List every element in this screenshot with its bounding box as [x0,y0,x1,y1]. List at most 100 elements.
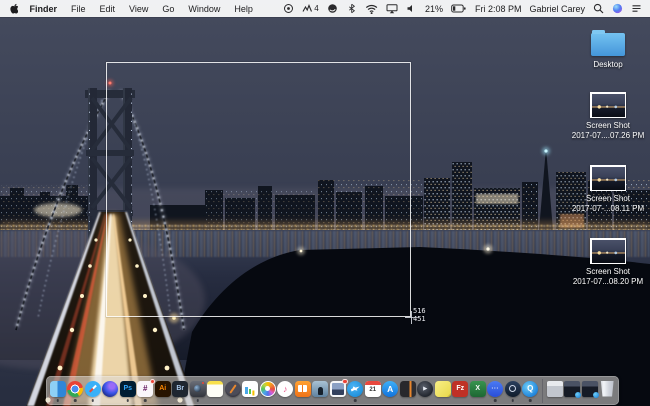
dock-item-quicktime[interactable]: Q [522,379,540,403]
photos-icon[interactable] [260,381,276,397]
dock-item-itunes[interactable]: ♪ [277,379,295,403]
screenshot-file-2[interactable]: Screen Shot2017-07-...08.11 PM [570,165,646,214]
photoshop-icon[interactable]: Ps [120,381,136,397]
activity-graph-icon[interactable] [302,3,313,14]
camera-app-icon[interactable] [190,381,206,397]
image-file-thumbnail[interactable] [590,165,626,191]
quicktime-running-indicator [529,399,532,402]
stickies-icon[interactable] [435,381,451,397]
record-indicator-icon[interactable] [283,3,294,14]
dock-item-blue-swirl-app[interactable] [102,379,120,403]
dock-item-excel[interactable]: X [469,379,487,403]
notebook-app-icon[interactable] [400,381,416,397]
dock-item-image-viewer[interactable] [329,379,347,403]
screenshot-file-1[interactable]: Screen Shot2017-07....07.26 PM [570,92,646,141]
steam-icon[interactable] [505,381,521,397]
ibooks-icon[interactable] [295,381,311,397]
menu-finder[interactable]: Finder [22,4,64,14]
media-app-icon[interactable]: ▶ [417,381,433,397]
dock-item-trash[interactable] [599,379,617,403]
minimized-window-3-icon[interactable] [582,381,598,397]
trash-icon[interactable] [599,381,615,397]
dock-item-numbers[interactable] [242,379,260,403]
spotlight-search-icon[interactable] [593,3,604,14]
battery-percent[interactable]: 21% [425,4,443,14]
dock-item-notes[interactable] [207,379,225,403]
folder-icon[interactable] [591,33,625,56]
siri-icon[interactable] [612,3,623,14]
garageband-icon[interactable] [225,381,241,397]
dock-item-slack[interactable]: # [137,379,155,403]
itunes-icon[interactable]: ♪ [277,381,293,397]
dock-item-kindle[interactable] [312,379,330,403]
dock-item-filezilla[interactable]: Fz [452,379,470,403]
menu-help[interactable]: Help [227,4,260,14]
illustrator-icon[interactable]: Ai [155,381,171,397]
notes-icon[interactable] [207,381,223,397]
dock-item-illustrator[interactable]: Ai [154,379,172,403]
numbers-icon[interactable] [242,381,258,397]
volume-icon[interactable] [406,3,417,14]
apple-menu[interactable] [10,3,18,14]
image-file-thumbnail[interactable] [590,92,626,118]
image-file-thumbnail[interactable] [590,238,626,264]
chrome-icon[interactable] [67,381,83,397]
wifi-icon[interactable] [365,3,378,14]
menu-view[interactable]: View [122,4,155,14]
dock-item-calendar[interactable]: 21 [364,379,382,403]
activity-graph-item[interactable]: 4 [302,3,318,14]
dock-item-steam[interactable] [504,379,522,403]
battery-icon[interactable] [451,3,467,14]
quicktime-icon[interactable]: Q [522,381,538,397]
circle-app-icon[interactable] [327,3,338,14]
dock-item-photoshop[interactable]: Ps [119,379,137,403]
dock-item-minimized-window-1[interactable] [546,379,564,403]
illustrator-glyph: Ai [159,385,166,392]
kindle-icon[interactable] [312,381,328,397]
dock-item-twitter[interactable] [347,379,365,403]
menu-bar-status-area: 4 21% Fri 2:08 PM Gabriel Carey [283,3,642,14]
dock-item-minimized-window-3[interactable] [581,379,599,403]
dock-item-chrome[interactable] [67,379,85,403]
calendar-icon[interactable]: 21 [365,381,381,397]
crosshair-cursor-v [411,311,412,324]
slack-notification-badge [150,379,156,385]
filezilla-icon[interactable]: Fz [452,381,468,397]
blue-swirl-app-icon[interactable] [102,381,118,397]
dock-item-app-store[interactable]: A [382,379,400,403]
dock-item-chat-app[interactable]: ··· [487,379,505,403]
menu-user-name[interactable]: Gabriel Carey [529,4,585,14]
app-store-icon[interactable]: A [382,381,398,397]
menu-edit[interactable]: Edit [92,4,122,14]
safari-icon[interactable] [85,381,101,397]
dock-item-notebook-app[interactable] [399,379,417,403]
finder-icon[interactable] [50,381,66,397]
menu-clock[interactable]: Fri 2:08 PM [475,4,522,14]
chat-app-icon[interactable]: ··· [487,381,503,397]
adobe-bridge-icon[interactable]: Br [172,381,188,397]
minimized-window-1-icon[interactable] [547,381,563,397]
menu-go[interactable]: Go [155,4,181,14]
dock-item-media-app[interactable]: ▶ [417,379,435,403]
notification-center-icon[interactable] [631,3,642,14]
dock-item-camera-app[interactable] [189,379,207,403]
twitter-icon[interactable] [347,381,363,397]
screenshot-selection-rectangle[interactable] [106,62,411,317]
dock-item-adobe-bridge[interactable]: Br [172,379,190,403]
dock-item-finder[interactable] [49,379,67,403]
dock-item-ibooks[interactable] [294,379,312,403]
excel-glyph: X [475,385,480,392]
dock-item-garageband[interactable] [224,379,242,403]
menu-file[interactable]: File [64,4,93,14]
dock-item-stickies[interactable] [434,379,452,403]
desktop-folder[interactable]: Desktop [570,30,646,70]
menu-window[interactable]: Window [181,4,227,14]
bluetooth-icon[interactable] [346,3,357,14]
screenshot-file-3[interactable]: Screen Shot2017-07...08.20 PM [570,238,646,287]
excel-icon[interactable]: X [470,381,486,397]
dock-item-safari[interactable] [84,379,102,403]
dock-item-minimized-window-2[interactable] [564,379,582,403]
airplay-display-icon[interactable] [386,3,398,14]
dock-item-photos[interactable] [259,379,277,403]
minimized-window-2-icon[interactable] [564,381,580,397]
